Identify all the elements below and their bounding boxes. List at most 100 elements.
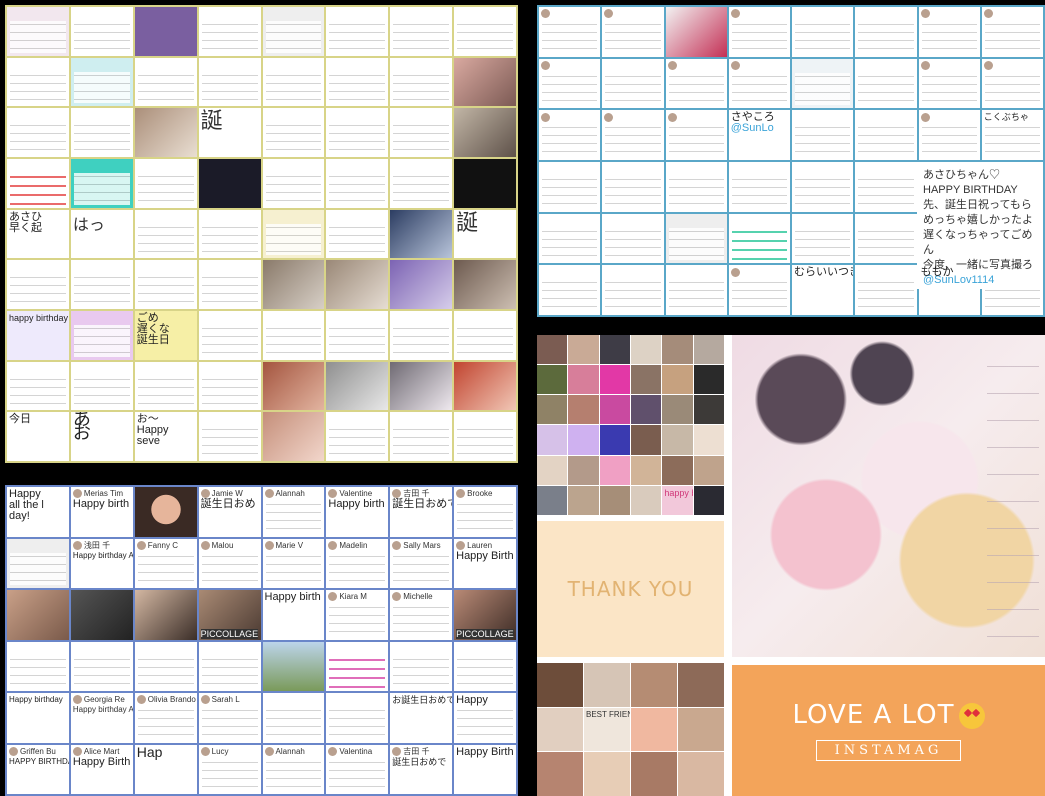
tweet-tile — [262, 57, 325, 107]
thank-you-card: THANK YOU — [537, 521, 724, 657]
tweet-tile — [7, 7, 69, 56]
photo-tile — [599, 425, 630, 455]
post-tile — [7, 641, 69, 691]
photo-tile — [454, 311, 516, 360]
photo-tile — [262, 412, 325, 461]
tweet-tile — [70, 361, 133, 411]
tweet-tile — [855, 110, 917, 160]
tweet-tile — [728, 162, 790, 212]
photo-tile — [454, 57, 516, 107]
tweet-tile — [7, 361, 69, 411]
photo-tile — [631, 707, 677, 752]
tweet-tile — [7, 108, 69, 157]
tweet-tile — [262, 209, 325, 259]
post-tile: Alannah — [262, 744, 325, 794]
photo-tile — [599, 455, 630, 485]
photo-tile — [262, 311, 325, 360]
photo-tile — [631, 395, 662, 425]
photo-tile — [537, 365, 568, 395]
tweet-tile — [326, 57, 389, 107]
name-tile: むらいいつき — [792, 265, 854, 315]
tweet-tile — [602, 162, 664, 212]
tweet-tile — [262, 108, 325, 157]
tweet-tile — [602, 7, 664, 57]
post-tile: Michelle — [390, 590, 453, 640]
tweet-tile — [665, 58, 727, 109]
tweet-tile — [602, 58, 664, 109]
photo-tile — [665, 7, 727, 57]
photo-tile — [390, 209, 453, 259]
photo-tile — [631, 425, 662, 455]
tweet-tile — [70, 260, 133, 309]
tweet-tile — [855, 265, 917, 315]
tweet-tile — [855, 7, 917, 57]
post-tile: Lauren Happy Birth — [454, 538, 516, 588]
tweet-tile — [855, 58, 917, 109]
tweet-tile — [855, 162, 917, 212]
text-tile: あさひ 早く起 — [7, 209, 69, 259]
photo-tile — [326, 260, 389, 309]
photo-tile — [599, 395, 630, 425]
text-tile: はっ — [70, 209, 133, 259]
photo-tile — [134, 108, 197, 157]
post-tile: Lucy — [198, 744, 261, 794]
photo-tile — [662, 455, 693, 485]
photo-tile — [631, 663, 677, 707]
tweet-tile — [665, 213, 727, 264]
post-tile — [326, 641, 389, 691]
tweet-tile — [262, 159, 325, 208]
post-tile: Valentina — [326, 744, 389, 794]
photo-tile — [631, 365, 662, 395]
tweet-tile — [198, 57, 261, 107]
photo-tile — [537, 395, 568, 425]
photo-tile — [693, 455, 724, 485]
text-tile: あお — [70, 412, 133, 461]
photo-tile — [599, 485, 630, 515]
photo-tile — [599, 335, 630, 365]
tweet-tile — [602, 110, 664, 160]
photo-tile — [568, 335, 599, 365]
photo-tile — [599, 365, 630, 395]
post-tile — [198, 641, 261, 691]
photo-tile: PICCOLLAGE — [198, 590, 261, 640]
post-tile: Georgia ReHappy birthday Asa — [70, 693, 133, 743]
tweet-tile — [198, 260, 261, 309]
tweet-tile — [326, 108, 389, 157]
love-a-lot-card: LOVE A LOT INSTAMAG — [732, 665, 1045, 796]
tweet-tile — [70, 108, 133, 157]
photo-tile — [326, 361, 389, 411]
post-tile: Sally Mars — [390, 538, 453, 588]
post-tile: Happy birth — [262, 590, 325, 640]
photo-mosaic-bottom: BEST FRIENDS — [537, 663, 724, 796]
photo-tile — [326, 412, 389, 461]
post-tile — [390, 641, 453, 691]
photo-tile — [454, 412, 516, 461]
photo-tile — [693, 395, 724, 425]
tweet-tile — [539, 213, 601, 264]
tweet-tile — [198, 412, 261, 461]
tweet-tile — [70, 57, 133, 107]
tweet-tile — [70, 159, 133, 208]
photo-tile — [678, 707, 724, 752]
photo-tile — [693, 425, 724, 455]
cartoon-photo — [732, 335, 1045, 657]
collage-top-right: さやころ@SunLo こくぶちゃ むらいいつき ももか あさひちゃん♡ HAPP… — [537, 5, 1045, 317]
photo-tile — [262, 641, 325, 691]
photo-tile — [454, 260, 516, 309]
tweet-tile — [390, 57, 453, 107]
tweet-tile — [918, 110, 980, 160]
collage-top-left: 誕 あさひ 早く起 はっ 誕 happy birthday ごめ 遅くな 誕生日… — [5, 5, 518, 463]
post-tile: Jamie W 誕生日おめ — [198, 487, 261, 537]
tweet-tile — [918, 58, 980, 109]
tweet-tile — [981, 58, 1043, 109]
photo-tile — [326, 311, 389, 360]
tweet-tile — [728, 58, 790, 109]
tweet-tile — [665, 162, 727, 212]
tweet-tile — [7, 159, 69, 208]
tweet-tile — [134, 159, 197, 208]
tweet-tile — [792, 110, 854, 160]
tweet-tile — [262, 7, 325, 56]
post-tile: Brooke — [454, 487, 516, 537]
post-tile — [454, 641, 516, 691]
tweet-tile — [539, 110, 601, 160]
